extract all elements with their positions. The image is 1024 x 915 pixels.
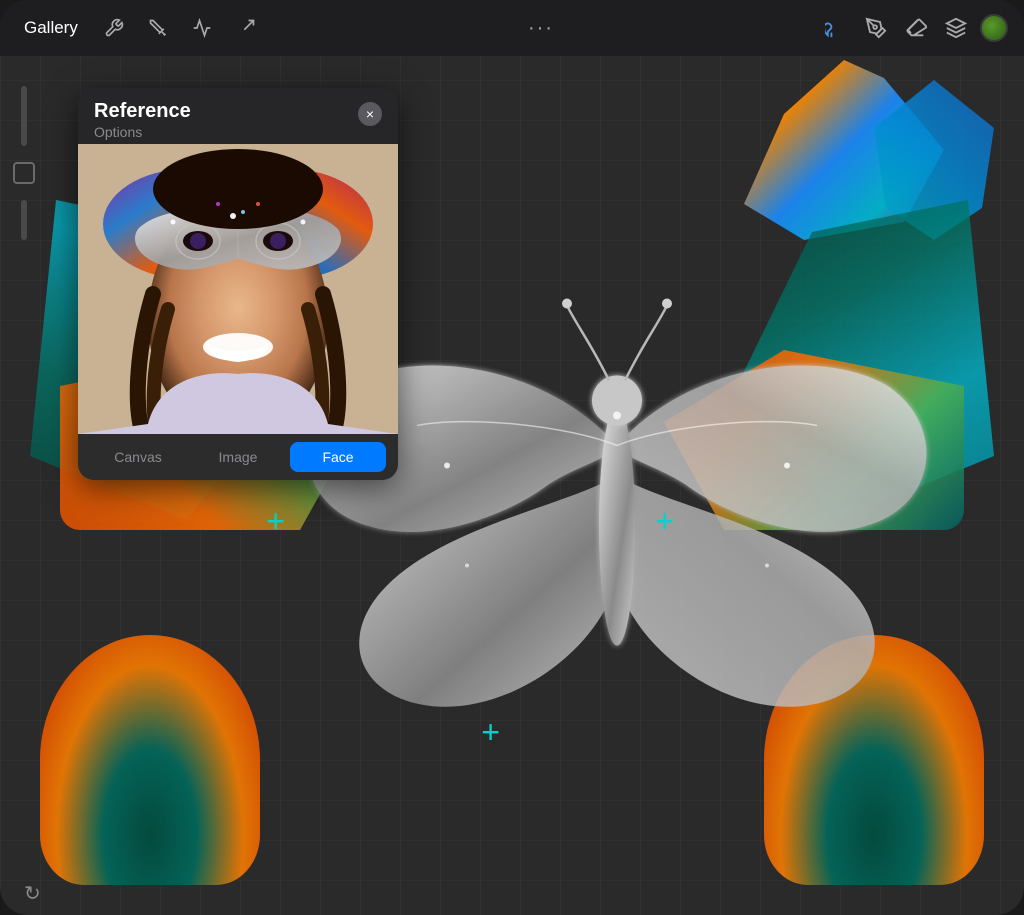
smudge-icon[interactable]: [860, 12, 892, 44]
eraser-icon[interactable]: [900, 12, 932, 44]
opacity-slider[interactable]: [21, 200, 27, 240]
tab-image[interactable]: Image: [190, 442, 286, 472]
reference-image-container: [78, 144, 398, 434]
undo-button[interactable]: ↺: [24, 881, 41, 906]
peacock-bottom-left: [40, 635, 260, 885]
panel-title: Reference: [94, 100, 191, 123]
crosshair-right: +: [655, 503, 674, 540]
gallery-button[interactable]: Gallery: [16, 14, 86, 42]
toolbar-right-group: [820, 12, 1008, 44]
device-frame: + + + Gallery: [0, 0, 1024, 915]
more-options-button[interactable]: ···: [520, 13, 562, 44]
panel-subtitle: Options: [94, 124, 191, 140]
top-toolbar: Gallery: [0, 0, 1024, 56]
panel-header: Reference Options ×: [78, 88, 398, 144]
tab-canvas[interactable]: Canvas: [90, 442, 186, 472]
tab-face[interactable]: Face: [290, 442, 386, 472]
crosshair-left: +: [266, 503, 285, 540]
left-sidebar: [0, 56, 48, 915]
magic-wand-icon[interactable]: [142, 12, 174, 44]
layers-icon[interactable]: [940, 12, 972, 44]
panel-close-button[interactable]: ×: [358, 102, 382, 126]
toolbar-center-group: ···: [520, 13, 562, 44]
opacity-toggle[interactable]: [13, 162, 35, 184]
crosshair-bottom: +: [481, 714, 500, 751]
brush-size-slider[interactable]: [21, 86, 27, 146]
wrench-icon[interactable]: [98, 12, 130, 44]
reference-tab-bar: Canvas Image Face: [78, 434, 398, 480]
toolbar-left-group: Gallery: [16, 12, 262, 44]
brush-icon[interactable]: [820, 12, 852, 44]
panel-title-group: Reference Options: [94, 100, 191, 140]
bottom-toolbar: ↺: [0, 871, 1024, 915]
reference-face-image: [78, 144, 398, 434]
color-picker[interactable]: [980, 14, 1008, 42]
reference-panel: Reference Options ×: [78, 88, 398, 480]
transform-icon[interactable]: [230, 12, 262, 44]
adjustments-icon[interactable]: [186, 12, 218, 44]
